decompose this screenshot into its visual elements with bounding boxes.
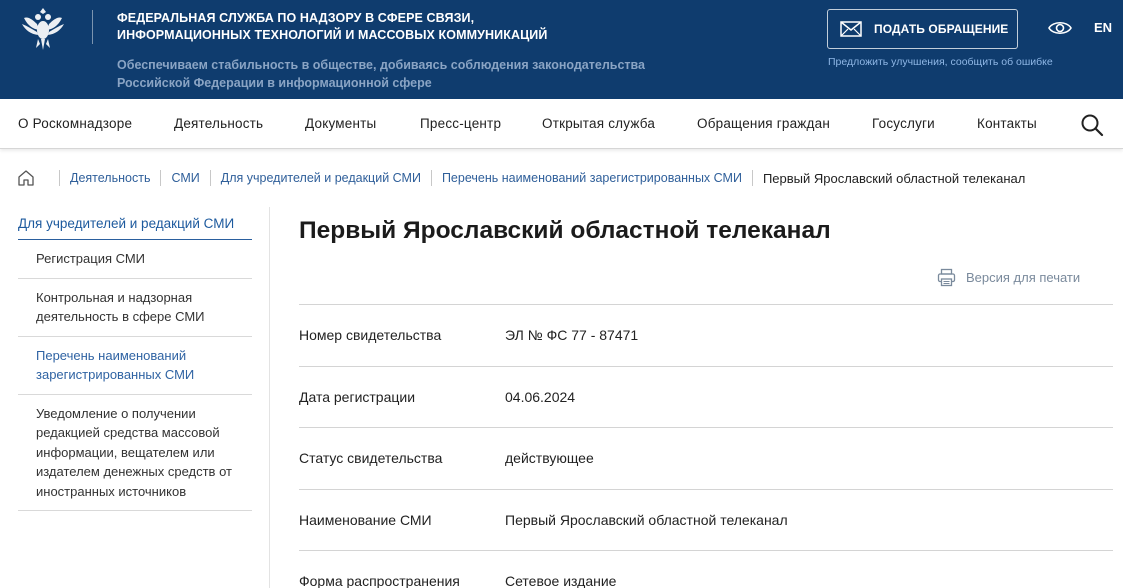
info-value: Сетевое издание — [505, 573, 617, 588]
sidebar: Для учредителей и редакций СМИ Регистрац… — [18, 207, 252, 511]
breadcrumb-separator — [160, 170, 162, 186]
info-label: Форма распространения — [299, 573, 460, 588]
agency-name[interactable]: ФЕДЕРАЛЬНАЯ СЛУЖБА ПО НАДЗОРУ В СФЕРЕ СВ… — [117, 10, 577, 44]
sidebar-item-supervision[interactable]: Контрольная и надзорная деятельность в с… — [18, 279, 252, 337]
nav-item-open-service[interactable]: Открытая служба — [542, 116, 655, 131]
info-label: Наименование СМИ — [299, 511, 432, 528]
sidebar-divider — [269, 207, 270, 588]
main-nav: О Роскомнадзоре Деятельность Документы П… — [0, 99, 1123, 149]
sidebar-item-foreign-funds[interactable]: Уведомление о получении редакцией средст… — [18, 395, 252, 511]
print-version-label: Версия для печати — [966, 270, 1081, 285]
info-value: Первый Ярославский областной телеканал — [505, 511, 788, 528]
table-row: Форма распространения Сетевое издание — [299, 551, 1113, 588]
breadcrumb-separator — [209, 170, 211, 186]
home-icon[interactable] — [17, 169, 35, 187]
breadcrumb-link-media[interactable]: СМИ — [171, 171, 199, 185]
table-row: Статус свидетельства действующее — [299, 428, 1113, 490]
tagline-line2: Российской Федерации в информационной сф… — [117, 76, 432, 90]
nav-item-activity[interactable]: Деятельность — [174, 116, 263, 131]
table-row: Дата регистрации 04.06.2024 — [299, 367, 1113, 428]
nav-item-about[interactable]: О Роскомнадзоре — [18, 116, 132, 131]
info-label: Дата регистрации — [299, 388, 416, 405]
site-header: ФЕДЕРАЛЬНАЯ СЛУЖБА ПО НАДЗОРУ В СФЕРЕ СВ… — [0, 0, 1123, 99]
breadcrumb-separator — [430, 170, 432, 186]
submit-appeal-label: ПОДАТЬ ОБРАЩЕНИЕ — [874, 22, 1009, 36]
info-label: Статус свидетельства — [299, 450, 443, 466]
breadcrumb-current: Первый Ярославский областной телеканал — [762, 170, 1026, 186]
emblem-icon[interactable] — [18, 4, 68, 54]
language-switch[interactable]: EN — [1094, 20, 1112, 35]
mail-icon — [840, 21, 862, 37]
sidebar-item-registration[interactable]: Регистрация СМИ — [18, 240, 252, 279]
nav-item-contacts[interactable]: Контакты — [977, 116, 1037, 131]
breadcrumb-link-founders[interactable]: Для учредителей и редакций СМИ — [221, 171, 421, 185]
info-value: ЭЛ № ФС 77 - 87471 — [505, 327, 639, 343]
eye-icon[interactable] — [1048, 19, 1072, 37]
info-label: Номер свидетельства — [299, 327, 442, 343]
nav-item-gosuslugi[interactable]: Госуслуги — [872, 116, 935, 131]
breadcrumb-separator — [751, 170, 753, 186]
feedback-link[interactable]: Предложить улучшения, сообщить об ошибке — [828, 56, 1053, 68]
nav-item-press-center[interactable]: Пресс-центр — [420, 116, 501, 131]
table-row: Наименование СМИ Первый Ярославский обла… — [299, 490, 1113, 551]
registration-info-table: Номер свидетельства ЭЛ № ФС 77 - 87471 Д… — [299, 304, 1113, 588]
printer-icon — [937, 268, 956, 287]
breadcrumb-separator — [59, 170, 60, 186]
sidebar-item-registry[interactable]: Перечень наименований зарегистрированных… — [18, 337, 252, 395]
info-value: 04.06.2024 — [505, 388, 576, 405]
search-icon[interactable] — [1080, 113, 1104, 137]
submit-appeal-button[interactable]: ПОДАТЬ ОБРАЩЕНИЕ — [827, 9, 1018, 49]
tagline-line1: Обеспечиваем стабильность в обществе, до… — [117, 58, 646, 72]
header-divider — [92, 10, 93, 44]
table-row: Номер свидетельства ЭЛ № ФС 77 - 87471 — [299, 305, 1113, 367]
nav-item-citizen-appeals[interactable]: Обращения граждан — [697, 116, 830, 131]
sidebar-title[interactable]: Для учредителей и редакций СМИ — [18, 207, 252, 240]
agency-name-line2: ИНФОРМАЦИОННЫХ ТЕХНОЛОГИЙ И МАССОВЫХ КОМ… — [117, 28, 548, 42]
nav-item-documents[interactable]: Документы — [305, 116, 376, 131]
agency-tagline: Обеспечиваем стабильность в обществе, до… — [117, 56, 717, 92]
breadcrumb: Деятельность СМИ Для учредителей и редак… — [17, 168, 1025, 188]
breadcrumb-link-activity[interactable]: Деятельность — [70, 171, 150, 185]
print-version-link[interactable]: Версия для печати — [937, 268, 1080, 287]
page-title: Первый Ярославский областной телеканал — [299, 217, 831, 244]
breadcrumb-link-registry[interactable]: Перечень наименований зарегистрированных… — [442, 171, 742, 185]
info-value: действующее — [505, 450, 594, 466]
agency-name-line1: ФЕДЕРАЛЬНАЯ СЛУЖБА ПО НАДЗОРУ В СФЕРЕ СВ… — [117, 11, 475, 25]
